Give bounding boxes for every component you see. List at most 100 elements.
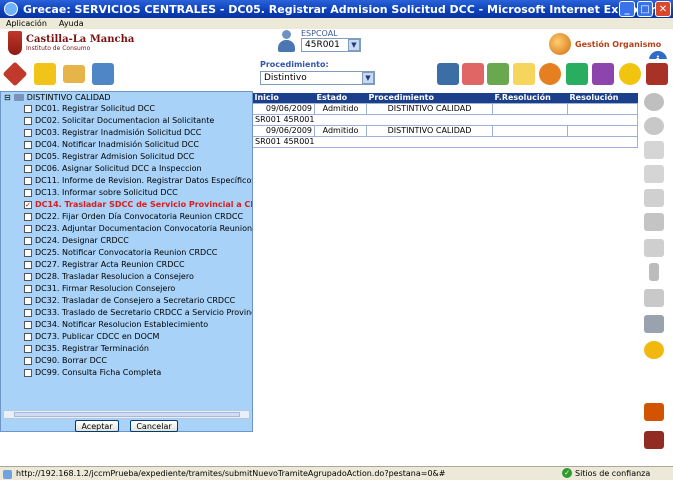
tree-item[interactable]: DC24. Designar CRDCC	[24, 236, 252, 245]
tree-item-checkbox[interactable]	[24, 296, 32, 305]
new-file-icon[interactable]	[2, 61, 28, 87]
settings-icon[interactable]	[619, 63, 641, 85]
menu-aplicacion[interactable]: Aplicación	[6, 19, 47, 28]
tree-item-checkbox[interactable]	[24, 320, 32, 329]
tree-item[interactable]: DC34. Notificar Resolucion Establecimien…	[24, 320, 252, 329]
tree-item-label: DC90. Borrar DCC	[35, 356, 107, 365]
tools-icon[interactable]	[592, 63, 614, 85]
tree-item[interactable]: DC90. Borrar DCC	[24, 356, 252, 365]
tree-item-checkbox[interactable]	[24, 104, 32, 113]
menu-ayuda[interactable]: Ayuda	[59, 19, 84, 28]
app-header: Castilla-La Mancha Instituto de Consumo …	[0, 29, 673, 69]
tree-item[interactable]: ✓ DC14. Trasladar SDCC de Servicio Provin…	[24, 200, 252, 209]
gestion-organismo[interactable]: Gestión Organismo	[549, 33, 661, 55]
tramites-tree-panel: ⊟ DISTINTIVO CALIDAD DC01. Registrar Sol…	[0, 91, 253, 432]
tree-item[interactable]: DC02. Solicitar Documentacion al Solicit…	[24, 116, 252, 125]
tree-item-checkbox[interactable]	[24, 164, 32, 173]
folder-icon[interactable]	[63, 65, 85, 83]
gestion-label[interactable]: Gestión Organismo	[575, 40, 661, 49]
tree-item-checkbox[interactable]	[24, 248, 32, 257]
organization-icon[interactable]	[549, 33, 571, 55]
delete-icon[interactable]	[644, 213, 664, 231]
accept-button[interactable]: Aceptar	[75, 420, 119, 432]
horizontal-scrollbar[interactable]	[3, 410, 250, 419]
search-document-icon[interactable]	[566, 63, 588, 85]
tree-item-checkbox[interactable]	[24, 128, 32, 137]
tree-root[interactable]: ⊟ DISTINTIVO CALIDAD	[4, 93, 110, 102]
folder-open-icon[interactable]	[34, 63, 56, 85]
right-icon-bar	[640, 93, 670, 463]
scrollbar-thumb[interactable]	[14, 412, 240, 417]
tree-item-checkbox[interactable]	[24, 152, 32, 161]
paperclip-icon[interactable]	[649, 263, 659, 281]
tree-item-checkbox[interactable]	[24, 116, 32, 125]
laptop-icon[interactable]	[437, 63, 459, 85]
procedimiento-select[interactable]: Distintivo ▼	[260, 71, 375, 85]
tree-item[interactable]: DC03. Registrar Inadmisión Solicitud DCC	[24, 128, 252, 137]
printer-icon[interactable]	[644, 239, 664, 257]
tree-item[interactable]: DC23. Adjuntar Documentacion Convocatori…	[24, 224, 252, 233]
cell-estado: Admitido	[314, 102, 367, 115]
table-subrow: SR001 45R001	[252, 113, 638, 126]
col-fresolucion: F.Resolución	[492, 93, 568, 103]
settings-gear-icon[interactable]	[644, 341, 664, 359]
chevron-down-icon[interactable]: ▼	[362, 72, 374, 84]
tree-item[interactable]: DC25. Notificar Convocatoria Reunion CRD…	[24, 248, 252, 257]
tree-item[interactable]: DC22. Fijar Orden Día Convocatoria Reuni…	[24, 212, 252, 221]
pie-chart-icon[interactable]	[539, 63, 561, 85]
tree-item[interactable]: DC35. Registrar Terminación	[24, 344, 252, 353]
close-button[interactable]: ✕	[655, 1, 671, 17]
tree-item[interactable]: DC06. Asignar Solicitud DCC a Inspeccion	[24, 164, 252, 173]
tree-item-label: DC22. Fijar Orden Día Convocatoria Reuni…	[35, 212, 244, 221]
tree-item[interactable]: DC33. Traslado de Secretario CRDCC a Ser…	[24, 308, 252, 317]
tree-item-checkbox[interactable]	[24, 284, 32, 293]
minimize-button[interactable]: _	[619, 1, 635, 17]
cancel-button[interactable]: Cancelar	[130, 420, 178, 432]
tree-item[interactable]: DC32. Trasladar de Consejero a Secretari…	[24, 296, 252, 305]
edit-icon[interactable]	[644, 403, 664, 421]
books-icon[interactable]	[462, 63, 484, 85]
copy-icon[interactable]	[644, 165, 664, 183]
tree-item[interactable]: DC05. Registrar Admision Solicitud DCC	[24, 152, 252, 161]
user-select[interactable]: 45R001 ▼	[301, 38, 361, 52]
tree-item-checkbox[interactable]	[24, 308, 32, 317]
tree-item[interactable]: DC99. Consulta Ficha Completa	[24, 368, 252, 377]
book-icon[interactable]	[646, 63, 668, 85]
table-row[interactable]: 09/06/2009 Admitido DISTINTIVO CALIDAD	[252, 102, 638, 115]
tree-item-checkbox[interactable]	[24, 356, 32, 365]
tree-item[interactable]: DC27. Registrar Acta Reunion CRDCC	[24, 260, 252, 269]
tree-item[interactable]: DC11. Informe de Revision. Registrar Dat…	[24, 176, 252, 185]
magnifier-icon[interactable]	[644, 93, 664, 111]
tree-item-checkbox[interactable]	[24, 140, 32, 149]
tree-item[interactable]: DC31. Firmar Resolucion Consejero	[24, 284, 252, 293]
scanner-icon[interactable]	[644, 289, 664, 307]
print-preview-icon[interactable]	[644, 315, 664, 333]
tree-item-checkbox[interactable]	[24, 188, 32, 197]
tree-item[interactable]: DC01. Registrar Solicitud DCC	[24, 104, 252, 113]
tree-item-checkbox[interactable]	[24, 260, 32, 269]
tree-item[interactable]: DC13. Informar sobre Solicitud DCC	[24, 188, 252, 197]
chevron-down-icon[interactable]: ▼	[348, 39, 360, 51]
tree-item-checkbox[interactable]	[24, 236, 32, 245]
tree-item-checkbox[interactable]	[24, 212, 32, 221]
tree-item-checkbox[interactable]	[24, 344, 32, 353]
cell-procedimiento: DISTINTIVO CALIDAD	[366, 102, 493, 115]
tree-item-checkbox[interactable]: ✓	[24, 200, 32, 209]
documents-icon[interactable]	[644, 189, 664, 207]
maximize-button[interactable]: □	[637, 1, 653, 17]
tree-item-checkbox[interactable]	[24, 332, 32, 341]
tree-item-checkbox[interactable]	[24, 272, 32, 281]
tree-item-checkbox[interactable]	[24, 224, 32, 233]
tree-item-checkbox[interactable]	[24, 368, 32, 377]
tree-item[interactable]: DC28. Trasladar Resolucion a Consejero	[24, 272, 252, 281]
computer-icon[interactable]	[92, 63, 114, 85]
tree-item[interactable]: DC04. Notificar Inadmisión Solicitud DCC	[24, 140, 252, 149]
back-icon[interactable]	[644, 117, 664, 135]
document-icon[interactable]	[644, 141, 664, 159]
exit-icon[interactable]	[644, 431, 664, 449]
document-icon[interactable]	[487, 63, 509, 85]
tree-item[interactable]: DC73. Publicar CDCC en DOCM	[24, 332, 252, 341]
table-row[interactable]: 09/06/2009 Admitido DISTINTIVO CALIDAD	[252, 124, 638, 137]
tree-item-checkbox[interactable]	[24, 176, 32, 185]
envelope-icon[interactable]	[513, 63, 535, 85]
